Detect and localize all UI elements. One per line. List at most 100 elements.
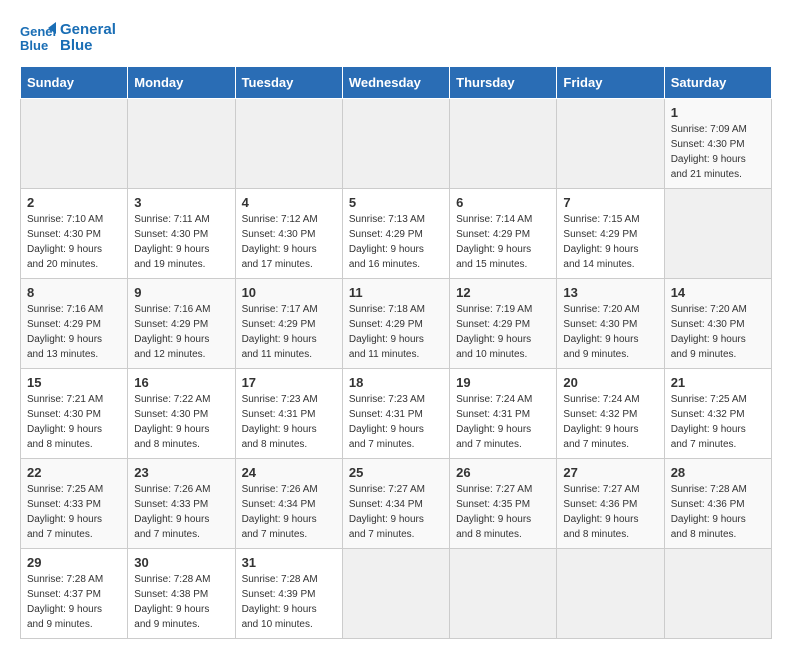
week-row-2: 2Sunrise: 7:10 AMSunset: 4:30 PMDaylight… bbox=[21, 189, 772, 279]
day-number: 20 bbox=[563, 375, 657, 390]
calendar-cell: 26Sunrise: 7:27 AMSunset: 4:35 PMDayligh… bbox=[450, 459, 557, 549]
day-number: 30 bbox=[134, 555, 228, 570]
day-info: Sunrise: 7:27 AMSunset: 4:34 PMDaylight:… bbox=[349, 482, 443, 542]
calendar-cell: 7Sunrise: 7:15 AMSunset: 4:29 PMDaylight… bbox=[557, 189, 664, 279]
day-info: Sunrise: 7:20 AMSunset: 4:30 PMDaylight:… bbox=[563, 302, 657, 362]
calendar-cell: 8 Sunrise: 7:16 AMSunset: 4:29 PMDaylight… bbox=[21, 279, 128, 369]
calendar-cell bbox=[450, 549, 557, 639]
day-number: 1 bbox=[671, 105, 765, 120]
week-row-5: 22 Sunrise: 7:25 AMSunset: 4:33 PMDayligh… bbox=[21, 459, 772, 549]
day-info: Sunrise: 7:22 AMSunset: 4:30 PMDaylight:… bbox=[134, 392, 228, 452]
day-number: 28 bbox=[671, 465, 765, 480]
day-number: 29 bbox=[27, 555, 121, 570]
day-info: Sunrise: 7:28 AMSunset: 4:37 PMDaylight:… bbox=[27, 572, 121, 632]
day-number: 3 bbox=[134, 195, 228, 210]
day-number: 6 bbox=[456, 195, 550, 210]
calendar-cell: 23 Sunrise: 7:26 AMSunset: 4:33 PMDayligh… bbox=[128, 459, 235, 549]
day-info: Sunrise: 7:19 AMSunset: 4:29 PMDaylight:… bbox=[456, 302, 550, 362]
calendar-cell: 10 Sunrise: 7:17 AMSunset: 4:29 PMDayligh… bbox=[235, 279, 342, 369]
day-info: Sunrise: 7:20 AMSunset: 4:30 PMDaylight:… bbox=[671, 302, 765, 362]
day-info: Sunrise: 7:11 AMSunset: 4:30 PMDaylight:… bbox=[134, 212, 228, 272]
calendar-cell: 6 Sunrise: 7:14 AMSunset: 4:29 PMDaylight… bbox=[450, 189, 557, 279]
logo-icon: General Blue bbox=[20, 20, 56, 56]
calendar-cell: 21 Sunrise: 7:25 AMSunset: 4:32 PMDayligh… bbox=[664, 369, 771, 459]
calendar-cell: 5Sunrise: 7:13 AMSunset: 4:29 PMDaylight… bbox=[342, 189, 449, 279]
calendar-cell bbox=[342, 549, 449, 639]
day-number: 2 bbox=[27, 195, 121, 210]
day-info: Sunrise: 7:16 AMSunset: 4:29 PMDaylight:… bbox=[134, 302, 228, 362]
day-info: Sunrise: 7:24 AMSunset: 4:31 PMDaylight:… bbox=[456, 392, 550, 452]
calendar-cell: 3 Sunrise: 7:11 AMSunset: 4:30 PMDaylight… bbox=[128, 189, 235, 279]
day-number: 31 bbox=[242, 555, 336, 570]
calendar-cell bbox=[664, 189, 771, 279]
day-info: Sunrise: 7:12 AMSunset: 4:30 PMDaylight:… bbox=[242, 212, 336, 272]
day-number: 25 bbox=[349, 465, 443, 480]
calendar-cell bbox=[235, 99, 342, 189]
day-info: Sunrise: 7:24 AMSunset: 4:32 PMDaylight:… bbox=[563, 392, 657, 452]
day-info: Sunrise: 7:13 AMSunset: 4:29 PMDaylight:… bbox=[349, 212, 443, 272]
day-info: Sunrise: 7:26 AMSunset: 4:33 PMDaylight:… bbox=[134, 482, 228, 542]
day-header-saturday: Saturday bbox=[664, 67, 771, 99]
day-number: 16 bbox=[134, 375, 228, 390]
calendar-cell: 11Sunrise: 7:18 AMSunset: 4:29 PMDayligh… bbox=[342, 279, 449, 369]
day-info: Sunrise: 7:23 AMSunset: 4:31 PMDaylight:… bbox=[349, 392, 443, 452]
day-number: 22 bbox=[27, 465, 121, 480]
day-header-wednesday: Wednesday bbox=[342, 67, 449, 99]
calendar-cell: 15Sunrise: 7:21 AMSunset: 4:30 PMDayligh… bbox=[21, 369, 128, 459]
day-header-friday: Friday bbox=[557, 67, 664, 99]
calendar-cell bbox=[450, 99, 557, 189]
calendar-cell: 1 Sunrise: 7:09 AMSunset: 4:30 PMDaylight… bbox=[664, 99, 771, 189]
day-info: Sunrise: 7:09 AMSunset: 4:30 PMDaylight:… bbox=[671, 122, 765, 182]
day-number: 21 bbox=[671, 375, 765, 390]
day-header-thursday: Thursday bbox=[450, 67, 557, 99]
day-number: 7 bbox=[563, 195, 657, 210]
calendar-cell bbox=[342, 99, 449, 189]
calendar-cell: 17Sunrise: 7:23 AMSunset: 4:31 PMDayligh… bbox=[235, 369, 342, 459]
day-info: Sunrise: 7:27 AMSunset: 4:36 PMDaylight:… bbox=[563, 482, 657, 542]
calendar-cell: 12 Sunrise: 7:19 AMSunset: 4:29 PMDayligh… bbox=[450, 279, 557, 369]
calendar-cell: 9Sunrise: 7:16 AMSunset: 4:29 PMDaylight… bbox=[128, 279, 235, 369]
week-row-4: 15Sunrise: 7:21 AMSunset: 4:30 PMDayligh… bbox=[21, 369, 772, 459]
week-row-6: 29 Sunrise: 7:28 AMSunset: 4:37 PMDayligh… bbox=[21, 549, 772, 639]
day-number: 26 bbox=[456, 465, 550, 480]
day-info: Sunrise: 7:28 AMSunset: 4:36 PMDaylight:… bbox=[671, 482, 765, 542]
day-number: 23 bbox=[134, 465, 228, 480]
day-number: 18 bbox=[349, 375, 443, 390]
day-info: Sunrise: 7:25 AMSunset: 4:33 PMDaylight:… bbox=[27, 482, 121, 542]
day-number: 8 bbox=[27, 285, 121, 300]
calendar-cell: 19Sunrise: 7:24 AMSunset: 4:31 PMDayligh… bbox=[450, 369, 557, 459]
day-info: Sunrise: 7:16 AMSunset: 4:29 PMDaylight:… bbox=[27, 302, 121, 362]
day-number: 12 bbox=[456, 285, 550, 300]
calendar-cell bbox=[21, 99, 128, 189]
day-info: Sunrise: 7:26 AMSunset: 4:34 PMDaylight:… bbox=[242, 482, 336, 542]
day-header-sunday: Sunday bbox=[21, 67, 128, 99]
calendar-cell: 28 Sunrise: 7:28 AMSunset: 4:36 PMDayligh… bbox=[664, 459, 771, 549]
calendar-cell: 14 Sunrise: 7:20 AMSunset: 4:30 PMDayligh… bbox=[664, 279, 771, 369]
day-number: 14 bbox=[671, 285, 765, 300]
day-number: 24 bbox=[242, 465, 336, 480]
calendar-cell: 2Sunrise: 7:10 AMSunset: 4:30 PMDaylight… bbox=[21, 189, 128, 279]
day-number: 27 bbox=[563, 465, 657, 480]
week-row-3: 8 Sunrise: 7:16 AMSunset: 4:29 PMDaylight… bbox=[21, 279, 772, 369]
calendar-table: SundayMondayTuesdayWednesdayThursdayFrid… bbox=[20, 66, 772, 639]
calendar-cell: 30 Sunrise: 7:28 AMSunset: 4:38 PMDayligh… bbox=[128, 549, 235, 639]
logo-text: GeneralBlue bbox=[60, 22, 116, 55]
calendar-cell: 24 Sunrise: 7:26 AMSunset: 4:34 PMDayligh… bbox=[235, 459, 342, 549]
day-info: Sunrise: 7:14 AMSunset: 4:29 PMDaylight:… bbox=[456, 212, 550, 272]
day-number: 15 bbox=[27, 375, 121, 390]
calendar-cell: 13Sunrise: 7:20 AMSunset: 4:30 PMDayligh… bbox=[557, 279, 664, 369]
day-info: Sunrise: 7:17 AMSunset: 4:29 PMDaylight:… bbox=[242, 302, 336, 362]
header-row: SundayMondayTuesdayWednesdayThursdayFrid… bbox=[21, 67, 772, 99]
day-info: Sunrise: 7:25 AMSunset: 4:32 PMDaylight:… bbox=[671, 392, 765, 452]
day-info: Sunrise: 7:28 AMSunset: 4:38 PMDaylight:… bbox=[134, 572, 228, 632]
day-number: 10 bbox=[242, 285, 336, 300]
day-number: 4 bbox=[242, 195, 336, 210]
calendar-cell: 27 Sunrise: 7:27 AMSunset: 4:36 PMDayligh… bbox=[557, 459, 664, 549]
day-header-tuesday: Tuesday bbox=[235, 67, 342, 99]
calendar-cell: 29 Sunrise: 7:28 AMSunset: 4:37 PMDayligh… bbox=[21, 549, 128, 639]
calendar-cell bbox=[128, 99, 235, 189]
calendar-cell bbox=[557, 549, 664, 639]
calendar-cell: 20 Sunrise: 7:24 AMSunset: 4:32 PMDayligh… bbox=[557, 369, 664, 459]
calendar-cell: 18 Sunrise: 7:23 AMSunset: 4:31 PMDayligh… bbox=[342, 369, 449, 459]
week-row-1: 1 Sunrise: 7:09 AMSunset: 4:30 PMDaylight… bbox=[21, 99, 772, 189]
